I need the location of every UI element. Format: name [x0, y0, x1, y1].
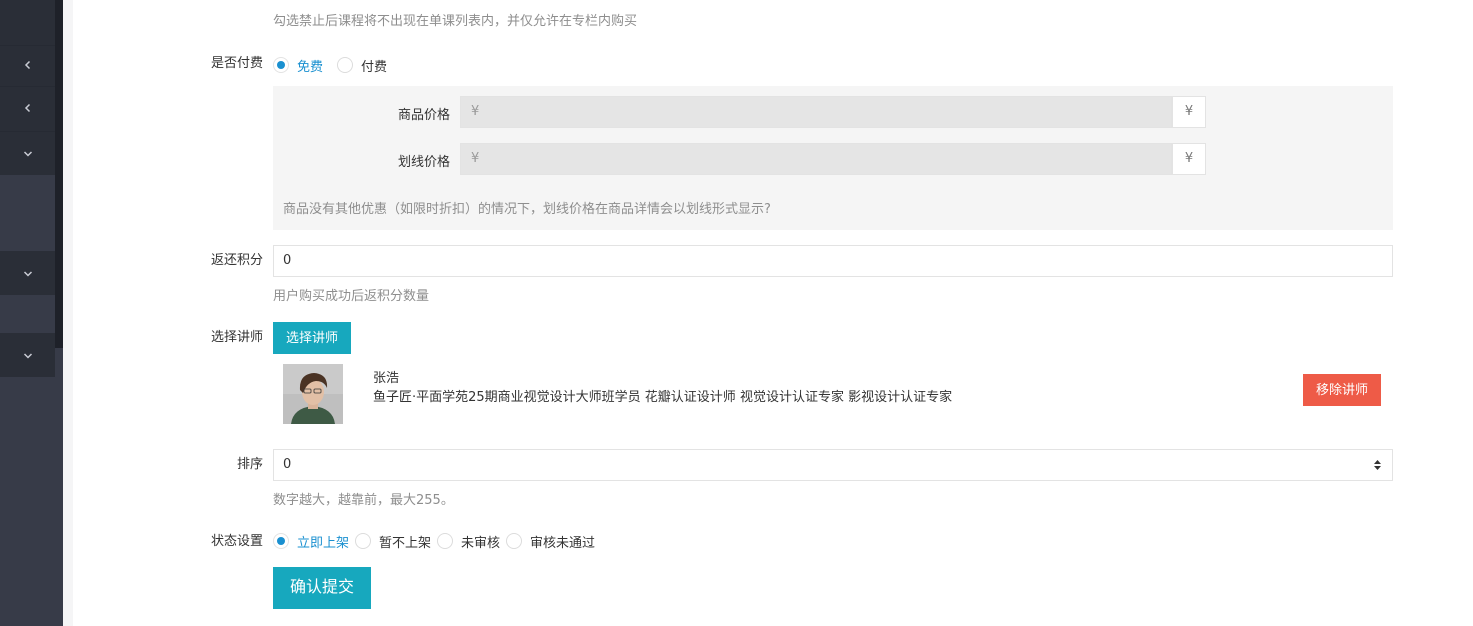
points-hint: 用户购买成功后返积分数量 [273, 289, 430, 304]
price-settings-box: 商品价格 ¥ ¥ 划线价格 ¥ ¥ 商品没有其他优惠（如限时折扣）的情况下，划线… [273, 86, 1393, 230]
status-option-label: 立即上架 [297, 535, 350, 551]
teacher-name: 张浩 [373, 371, 400, 386]
radio-checked-icon[interactable] [273, 533, 289, 549]
sort-hint: 数字越大，越靠前，最大255。 [273, 493, 454, 508]
payment-option-label: 付费 [361, 59, 388, 75]
chevron-down-icon[interactable] [0, 348, 55, 364]
sort-input[interactable]: 0 [273, 449, 1393, 481]
radio-checked-icon[interactable] [273, 57, 289, 73]
status-option-unpublished[interactable]: 暂不上架 [355, 532, 431, 551]
sort-label: 排序 [236, 457, 263, 472]
status-option-label: 审核未通过 [530, 535, 596, 551]
price-currency-addon: ¥ [1172, 96, 1206, 128]
chevron-down-icon[interactable] [0, 266, 55, 282]
teacher-description: 鱼子匠·平面学苑25期商业视觉设计大师班学员 花瓣认证设计师 视觉设计认证专家 … [373, 390, 953, 405]
strike-price-label: 划线价格 [397, 155, 450, 170]
chevron-left-icon[interactable] [0, 101, 55, 117]
payment-radio-group: 免费 付费 [273, 55, 393, 75]
status-option-rejected[interactable]: 审核未通过 [506, 532, 595, 551]
payment-option-label: 免费 [297, 59, 324, 75]
strike-price-currency-addon: ¥ [1172, 143, 1206, 175]
radio-unchecked-icon[interactable] [437, 533, 454, 549]
strike-price-input[interactable]: ¥ [460, 143, 1172, 175]
payment-label: 是否付费 [210, 56, 263, 71]
points-label: 返还积分 [210, 253, 263, 268]
submit-button[interactable]: 确认提交 [273, 567, 371, 609]
select-teacher-button[interactable]: 选择讲师 [273, 322, 351, 354]
status-radio-group: 立即上架 暂不上架 未审核 审核未通过 [273, 531, 601, 551]
points-input[interactable]: 0 [273, 245, 1393, 277]
status-option-label: 未审核 [461, 535, 501, 551]
sidebar [0, 0, 63, 626]
sidebar-scrollbar[interactable] [55, 0, 63, 348]
sidebar-item[interactable] [0, 0, 55, 45]
sort-value: 0 [283, 457, 292, 472]
chevron-down-icon[interactable] [0, 146, 55, 162]
radio-unchecked-icon[interactable] [355, 533, 372, 549]
status-option-publish-now[interactable]: 立即上架 [273, 532, 349, 551]
teacher-avatar [283, 364, 343, 424]
teacher-label: 选择讲师 [210, 330, 263, 345]
remove-teacher-button[interactable]: 移除讲师 [1303, 374, 1381, 406]
price-input[interactable]: ¥ [460, 96, 1172, 128]
number-spinner-icon[interactable] [1373, 458, 1382, 472]
radio-unchecked-icon[interactable] [506, 533, 523, 549]
payment-option-free[interactable]: 免费 [273, 56, 323, 75]
payment-option-paid[interactable]: 付费 [337, 56, 387, 75]
status-option-label: 暂不上架 [379, 535, 432, 551]
status-option-unreviewed[interactable]: 未审核 [437, 532, 500, 551]
chevron-left-icon[interactable] [0, 58, 55, 74]
radio-unchecked-icon[interactable] [337, 57, 354, 73]
price-label: 商品价格 [397, 108, 450, 123]
course-visibility-hint: 勾选禁止后课程将不出现在单课列表内，并仅允许在专栏内购买 [273, 14, 638, 29]
status-label: 状态设置 [210, 534, 263, 549]
strike-price-hint: 商品没有其他优惠（如限时折扣）的情况下，划线价格在商品详情会以划线形式显示? [283, 202, 771, 217]
